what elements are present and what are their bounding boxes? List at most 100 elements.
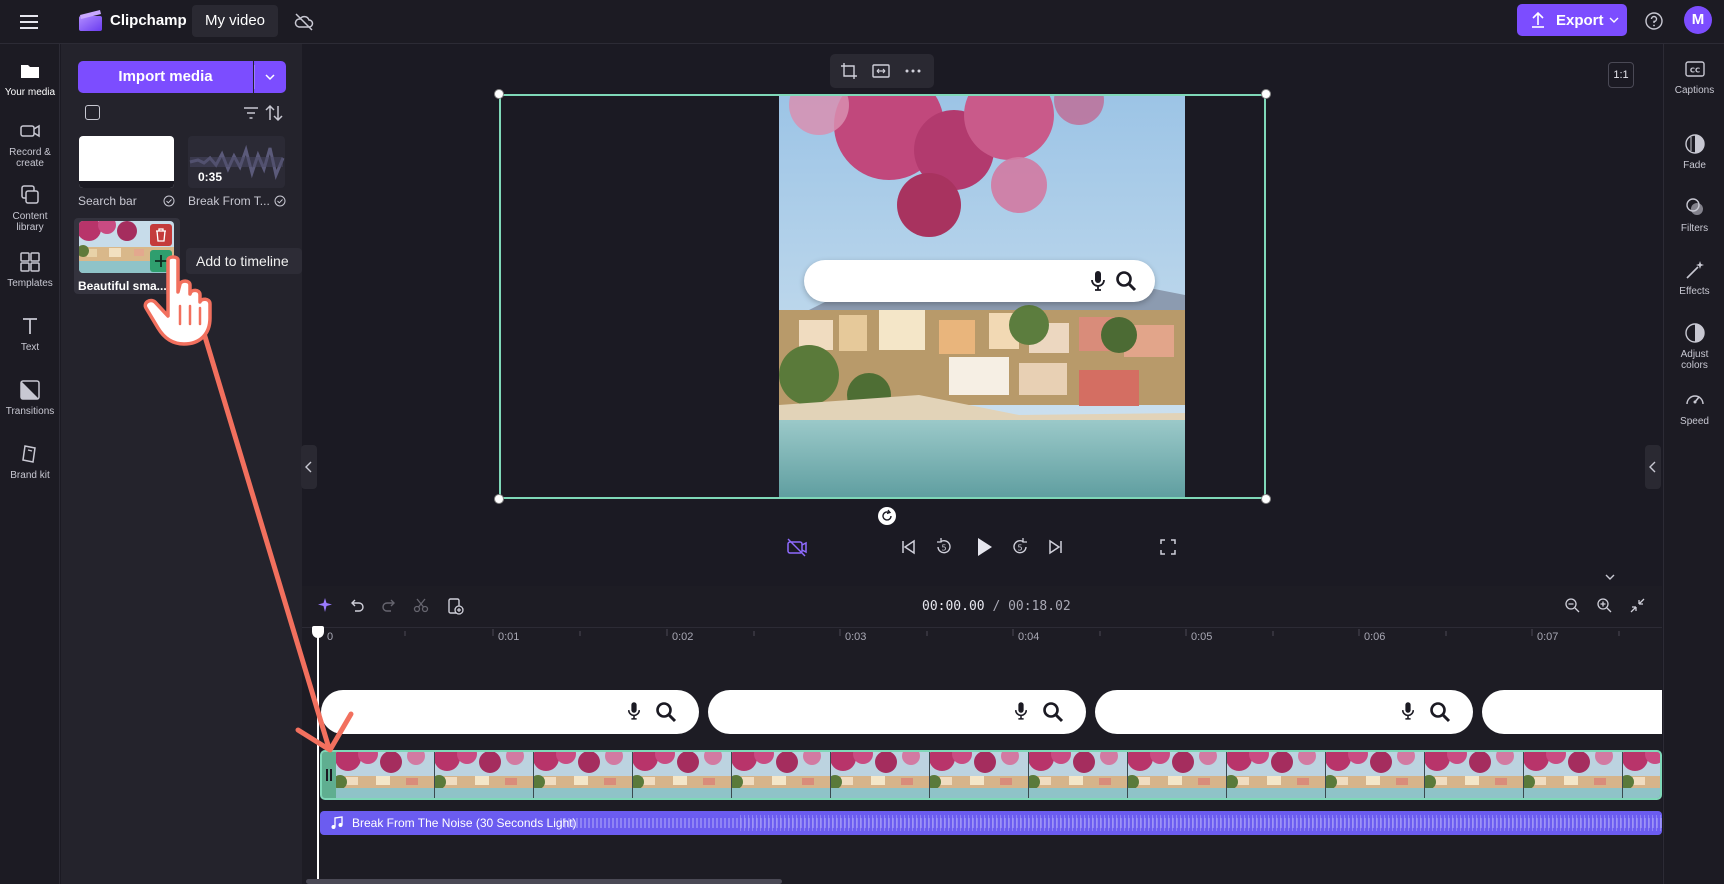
playhead[interactable] — [317, 626, 319, 884]
collapse-left-panel-button[interactable] — [301, 445, 317, 489]
library-icon — [18, 183, 42, 207]
skip-to-end-icon[interactable] — [1046, 537, 1066, 557]
svg-text:CC: CC — [1689, 67, 1699, 75]
ai-camera-icon[interactable] — [786, 536, 808, 558]
crop-icon[interactable] — [840, 62, 858, 80]
transitions-icon — [18, 378, 42, 402]
chevron-left-icon — [305, 461, 312, 473]
import-dropdown-button[interactable] — [254, 61, 286, 93]
ai-sparkle-icon[interactable] — [318, 597, 334, 613]
svg-text:5: 5 — [941, 544, 946, 553]
import-media-button[interactable]: Import media — [78, 61, 253, 93]
rail-item-fade[interactable]: Fade — [1664, 133, 1724, 171]
forward-5-icon[interactable]: 5 — [1009, 536, 1031, 558]
search-bar-clip[interactable] — [708, 690, 1086, 734]
selection-frame[interactable] — [499, 94, 1266, 499]
media-thumbnail-search-bar[interactable] — [79, 136, 174, 188]
svg-text:5: 5 — [1017, 544, 1022, 553]
menu-icon[interactable] — [18, 12, 42, 32]
collapse-right-panel-button[interactable] — [1645, 445, 1661, 489]
folder-icon — [18, 59, 42, 83]
left-rail: Your media Record & create Content libra… — [0, 44, 60, 884]
filter-icon[interactable] — [242, 104, 260, 122]
export-label: Export — [1556, 12, 1604, 29]
fit-timeline-icon[interactable] — [1629, 597, 1646, 614]
media-duration: 0:35 — [198, 170, 223, 184]
current-time: 00:00.00 — [922, 599, 985, 614]
app-name: Clipchamp — [110, 12, 187, 29]
image-track[interactable] — [321, 690, 1662, 734]
zoom-out-icon[interactable] — [1564, 597, 1581, 614]
more-icon[interactable] — [904, 62, 922, 80]
rewind-5-icon[interactable]: 5 — [933, 536, 955, 558]
add-media-icon[interactable] — [446, 597, 464, 615]
search-bar-clip[interactable] — [321, 690, 699, 734]
trash-icon — [156, 228, 166, 242]
playhead-handle[interactable] — [312, 626, 324, 638]
speed-icon — [1684, 389, 1706, 411]
filters-icon — [1684, 196, 1706, 218]
rail-item-templates[interactable]: Templates — [0, 250, 60, 289]
resize-handle[interactable] — [1261, 89, 1271, 99]
top-bar: Clipchamp My video Export M — [0, 0, 1724, 44]
help-icon[interactable] — [1643, 10, 1665, 32]
check-circle-icon — [274, 195, 286, 207]
resize-handle[interactable] — [1261, 494, 1271, 504]
fit-icon[interactable] — [872, 62, 890, 80]
chevron-left-icon — [1649, 461, 1656, 473]
rail-label: Record & — [9, 147, 51, 158]
rail-item-your-media[interactable]: Your media — [0, 59, 60, 98]
rail-item-filters[interactable]: Filters — [1664, 196, 1724, 234]
chevron-down-icon — [265, 74, 275, 81]
skip-to-start-icon[interactable] — [898, 537, 918, 557]
rail-item-record-create[interactable]: Record & create — [0, 119, 60, 169]
rail-label: Transitions — [5, 406, 55, 417]
audio-track-clip[interactable]: Break From The Noise (30 Seconds Light) — [320, 811, 1662, 835]
audio-track-label: Break From The Noise (30 Seconds Light) — [352, 816, 577, 830]
video-track-clip[interactable] — [320, 750, 1662, 800]
zoom-in-icon[interactable] — [1596, 597, 1613, 614]
rail-label: Fade — [1683, 160, 1706, 171]
rail-item-adjust-colors[interactable]: Adjust colors — [1664, 322, 1724, 371]
time-ruler[interactable]: 0 0:01 0:02 0:03 0:04 0:05 0:06 0:07 — [302, 627, 1662, 649]
split-icon[interactable] — [413, 597, 429, 613]
media-thumbnail-audio[interactable]: 0:35 — [188, 136, 285, 188]
rail-label: Adjust — [1680, 349, 1709, 360]
rotate-icon[interactable] — [878, 507, 896, 525]
fullscreen-icon[interactable] — [1158, 537, 1178, 557]
aspect-ratio-button[interactable]: 1:1 — [1608, 62, 1634, 88]
text-icon — [18, 314, 42, 338]
resize-handle[interactable] — [494, 494, 504, 504]
cloud-off-icon[interactable] — [293, 11, 315, 33]
export-button[interactable]: Export — [1517, 4, 1627, 36]
fade-icon — [1684, 133, 1706, 155]
search-icon — [1429, 701, 1451, 723]
rail-item-text[interactable]: Text — [0, 314, 60, 353]
collapse-preview-icon[interactable] — [1601, 571, 1619, 585]
select-all-checkbox[interactable] — [85, 105, 100, 120]
media-caption: Search bar — [78, 194, 137, 208]
sort-icon[interactable] — [264, 103, 284, 123]
rail-item-transitions[interactable]: Transitions — [0, 378, 60, 417]
rail-item-content-library[interactable]: Content library — [0, 183, 60, 233]
rail-item-speed[interactable]: Speed — [1664, 389, 1724, 427]
undo-icon[interactable] — [349, 597, 365, 613]
rail-label: Captions — [1674, 85, 1715, 96]
avatar[interactable]: M — [1684, 6, 1712, 34]
rail-label: Filters — [1680, 223, 1709, 234]
redo-icon[interactable] — [381, 597, 397, 613]
rail-label: library — [16, 222, 44, 233]
delete-button[interactable] — [150, 224, 172, 246]
trim-handle[interactable] — [322, 752, 336, 798]
rail-item-captions[interactable]: CC Captions — [1664, 58, 1724, 96]
timeline-scrollbar[interactable] — [306, 879, 782, 884]
rail-label: Your media — [4, 87, 56, 98]
rail-item-brand-kit[interactable]: Brand kit — [0, 442, 60, 481]
play-icon[interactable] — [972, 535, 996, 559]
search-bar-clip[interactable] — [1095, 690, 1473, 734]
resize-handle[interactable] — [494, 89, 504, 99]
rail-item-effects[interactable]: Effects — [1664, 259, 1724, 297]
canvas-toolbar — [830, 54, 934, 88]
project-name[interactable]: My video — [192, 5, 278, 37]
search-bar-clip[interactable] — [1482, 690, 1662, 734]
